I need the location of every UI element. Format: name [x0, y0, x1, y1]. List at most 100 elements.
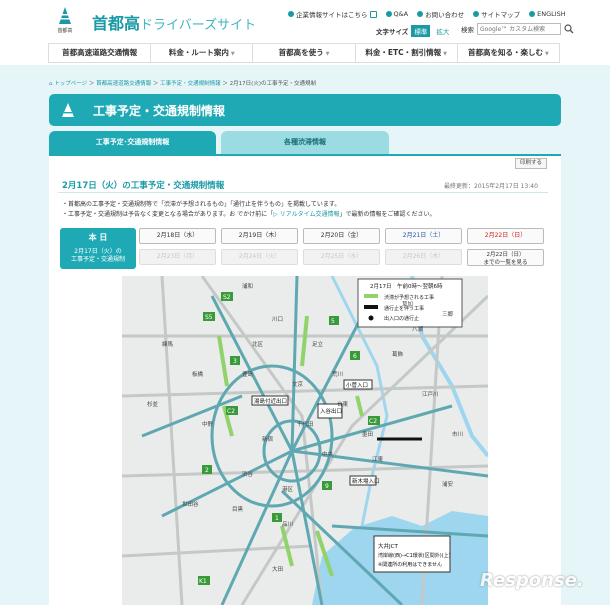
- breadcrumb-current: 2月17日(火)の工事予定・交通規制: [229, 81, 316, 87]
- breadcrumb-home[interactable]: トップページ: [54, 81, 87, 87]
- utility-english-link[interactable]: ENGLISH: [529, 9, 566, 19]
- font-standard-button[interactable]: 標準: [411, 25, 431, 37]
- arrow-circle-icon: [288, 11, 294, 17]
- site-logo[interactable]: 首都高: [50, 4, 80, 38]
- date-button-0222[interactable]: 2月22日（日）: [467, 228, 544, 244]
- date-button-0221[interactable]: 2月21日（土）: [385, 228, 462, 244]
- tab-bar: 工事予定･交通規制情報 各種渋滞情報: [49, 131, 561, 154]
- search-area: 検索: [461, 23, 574, 35]
- chevron-down-icon: ▼: [230, 51, 235, 57]
- logo-mark-icon: [62, 103, 74, 117]
- svg-text:湯島付近出口: 湯島付近出口: [254, 397, 287, 405]
- gnav-use[interactable]: 首都高を使う ▼: [253, 44, 356, 62]
- svg-text:草加: 草加: [402, 300, 413, 308]
- date-button-0219[interactable]: 2月19日（木）: [221, 228, 298, 244]
- date-button-0223: 2月23日（月）: [139, 249, 216, 265]
- arrow-circle-icon: [529, 11, 536, 17]
- svg-text:墨田: 墨田: [362, 431, 373, 438]
- site-title[interactable]: 首都高ドライバーズサイト: [92, 10, 256, 34]
- svg-text:足立: 足立: [312, 340, 324, 348]
- svg-text:中野: 中野: [202, 420, 214, 428]
- date-button-0218[interactable]: 2月18日（水）: [139, 228, 216, 244]
- home-icon: ⌂: [49, 81, 53, 87]
- svg-text:八潮: 八潮: [412, 325, 424, 333]
- svg-text:S5: S5: [205, 314, 213, 321]
- svg-text:C2: C2: [369, 418, 377, 425]
- svg-text:大田: 大田: [272, 565, 283, 573]
- svg-text:荒川: 荒川: [332, 370, 343, 378]
- svg-text:板橋: 板橋: [192, 370, 204, 378]
- gnav-traffic-info[interactable]: 首都高速道路交通情報: [48, 44, 152, 62]
- utility-sitemap-link[interactable]: サイトマップ: [473, 9, 520, 19]
- route-map[interactable]: S2 S5 5 3 C2 C2 2 9 1 6 K1 2月17日 午前0時〜翌朝…: [122, 276, 488, 605]
- svg-text:新木場入口: 新木場入口: [352, 477, 380, 485]
- view-all-date: 2月22日（日）: [486, 252, 525, 258]
- tab-congestion[interactable]: 各種渋滞情報: [221, 131, 389, 154]
- external-link-icon: [369, 10, 377, 18]
- today-button[interactable]: 本 日 2月17日（火）の 工事予定・交通規制: [60, 228, 136, 269]
- print-button[interactable]: 印刷する: [515, 158, 547, 169]
- watermark: Response.: [480, 570, 584, 591]
- gnav-learn-enjoy[interactable]: 首都高を知る・楽しむ ▼: [458, 44, 561, 62]
- notes: ・首都高の工事予定・交通規制等で「渋滞が予想されるもの」「通行止を伴うもの」を掲…: [62, 200, 436, 220]
- svg-text:川口: 川口: [272, 316, 283, 323]
- svg-text:台東: 台東: [337, 400, 349, 408]
- font-large-button[interactable]: 拡大: [433, 25, 452, 37]
- content-title: 2月17日（火）の工事予定・交通規制情報: [62, 181, 225, 191]
- map-graphic: S2 S5 5 3 C2 C2 2 9 1 6 K1 2月17日 午前0時〜翌朝…: [122, 276, 488, 605]
- chevron-down-icon: ▼: [544, 51, 549, 57]
- svg-text:浦和: 浦和: [242, 282, 253, 290]
- today-date: 2月17日（火）の: [74, 248, 122, 255]
- view-all-button[interactable]: 2月22日（日） までの一覧を見る: [467, 249, 544, 266]
- date-button-0224: 2月24日（火）: [221, 249, 298, 265]
- svg-text:新宿: 新宿: [262, 435, 274, 443]
- svg-text:K1: K1: [199, 578, 207, 585]
- svg-text:2: 2: [205, 467, 209, 474]
- svg-text:5: 5: [331, 318, 335, 325]
- svg-text:文京: 文京: [292, 380, 304, 388]
- svg-text:江戸川: 江戸川: [422, 391, 439, 398]
- svg-text:品川: 品川: [282, 521, 293, 528]
- date-button-0225: 2月25日（水）: [303, 249, 380, 265]
- arrow-circle-icon: [385, 11, 392, 17]
- arrow-circle-icon: [473, 11, 480, 17]
- today-caption: 工事予定・交通規制: [70, 256, 125, 263]
- date-button-0220[interactable]: 2月20日（金）: [303, 228, 380, 244]
- svg-text:6: 6: [353, 353, 357, 360]
- site-header: 首都高 首都高ドライバーズサイト 企業情報サイトはこちら Q&A お問い合わせ …: [0, 0, 610, 43]
- gnav-etc-discount[interactable]: 料金・ETC・割引情報 ▼: [356, 44, 458, 62]
- utility-faq-link[interactable]: Q&A: [385, 9, 408, 19]
- note-2: ・工事予定・交通規制は予告なく変更となる場合があります。お でかけ前に「▷ リア…: [62, 211, 436, 218]
- gnav-toll-route[interactable]: 料金・ルート案内 ▼: [151, 44, 254, 62]
- page-title: 工事予定・交通規制情報: [93, 104, 226, 118]
- tab-construction[interactable]: 工事予定･交通規制情報: [49, 131, 216, 154]
- utility-corporate-link[interactable]: 企業情報サイトはこちら: [288, 9, 377, 19]
- breadcrumb-construction[interactable]: 工事予定・交通規制情報: [160, 81, 221, 87]
- logo-label: 首都高: [57, 28, 73, 34]
- breadcrumb: ⌂ トップページ ＞ 首都高速道路交通情報 ＞ 工事予定・交通規制情報 ＞ 2月…: [49, 81, 316, 87]
- arrow-circle-icon: [417, 11, 424, 17]
- svg-text:杉並: 杉並: [147, 400, 159, 408]
- svg-text:S2: S2: [223, 294, 231, 301]
- search-icon[interactable]: [564, 24, 574, 34]
- chevron-down-icon: ▼: [325, 51, 330, 57]
- svg-text:豊島: 豊島: [242, 370, 254, 378]
- utility-contact-link[interactable]: お問い合わせ: [417, 9, 464, 19]
- svg-text:渋谷: 渋谷: [242, 470, 254, 478]
- breadcrumb-traffic[interactable]: 首都高速道路交通情報: [96, 81, 151, 87]
- today-label: 本 日: [88, 233, 108, 242]
- chevron-down-icon: ▼: [443, 51, 448, 57]
- search-input[interactable]: [477, 23, 561, 35]
- svg-text:目黒: 目黒: [232, 506, 244, 513]
- svg-text:2月17日 午前0時〜翌朝6時: 2月17日 午前0時〜翌朝6時: [370, 282, 443, 290]
- svg-text:渋滞が予想される工事: 渋滞が予想される工事: [384, 294, 434, 301]
- svg-text:小菅入口: 小菅入口: [346, 381, 368, 389]
- svg-text:9: 9: [325, 483, 329, 490]
- site-title-main: 首都高: [92, 14, 141, 33]
- realtime-traffic-link[interactable]: ▷ リアルタイム交通情報: [273, 211, 339, 218]
- site-title-sub: ドライバーズサイト: [140, 18, 257, 33]
- svg-text:北区: 北区: [252, 340, 264, 348]
- date-button-0226: 2月26日（木）: [385, 249, 462, 265]
- svg-text:港区: 港区: [282, 485, 294, 493]
- page-banner: 工事予定・交通規制情報: [49, 94, 561, 126]
